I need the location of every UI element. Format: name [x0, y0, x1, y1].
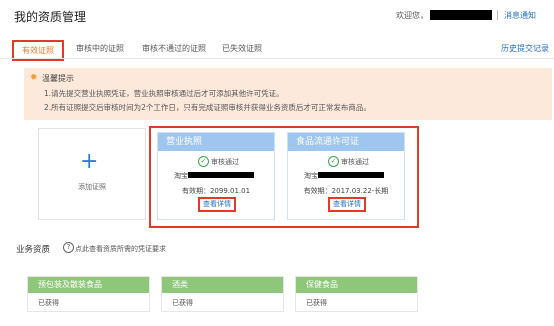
notice-title: 温馨提示	[42, 74, 74, 83]
header-divider	[497, 10, 498, 20]
redacted-owner	[188, 172, 254, 178]
notice-line-1: 1.请先提交营业执照凭证，营业执照审核通过后才可添加其他许可凭证。	[44, 89, 284, 98]
biz-card-alcohol: 酒类 已获得	[161, 276, 284, 312]
tab-under-review[interactable]: 审核中的证照	[76, 40, 124, 57]
help-link[interactable]: 点此查看资质所需的凭证要求	[75, 244, 166, 254]
notice-box: ✹ 温馨提示 1.请先提交营业执照凭证，营业执照审核通过后才可添加其他许可凭证。…	[24, 68, 552, 120]
page-title: 我的资质管理	[14, 10, 87, 24]
biz-card-health-food: 保健食品 已获得	[295, 276, 418, 312]
license-card-food: 食品流通许可证 ✓ 审核通过 淘宝 有效期：2017.03.22-长期 查看详情	[287, 132, 405, 220]
check-icon: ✓	[198, 156, 209, 167]
view-details-button[interactable]: 查看详情	[328, 197, 366, 212]
add-license-label: 添加证照	[78, 183, 106, 191]
biz-title: 保健食品	[296, 277, 417, 293]
redacted-owner	[318, 172, 384, 178]
tab-rejected[interactable]: 审核不通过的证照	[142, 40, 206, 57]
license-card-business: 营业执照 ✓ 审核通过 淘宝 有效期：2099.01.01 查看详情	[157, 132, 275, 220]
biz-title: 酒类	[162, 277, 283, 293]
help-icon[interactable]: ?	[63, 242, 74, 253]
business-qualifications-title: 业务资质	[16, 245, 51, 255]
license-title: 食品流通许可证	[288, 133, 404, 151]
owner-label: 淘宝	[174, 172, 188, 180]
biz-status: 已获得	[38, 299, 59, 307]
license-validity: 有效期：2017.03.22-长期	[303, 187, 389, 195]
history-link[interactable]: 历史提交记录	[501, 43, 549, 54]
welcome-text: 欢迎您，	[396, 11, 428, 20]
notice-line-2: 2.所有证照提交后审核时间为2个工作日，只有完成证照审核并获得业务资质后才可正常…	[44, 103, 371, 112]
redacted-username	[430, 10, 492, 20]
check-icon: ✓	[328, 156, 339, 167]
license-validity: 有效期：2099.01.01	[181, 187, 251, 195]
bulb-icon: ✹	[30, 73, 38, 83]
biz-card-packaged-food: 预包装及散装食品 已获得	[27, 276, 150, 312]
tabs-divider	[0, 58, 554, 59]
license-title: 营业执照	[158, 133, 274, 151]
license-status: 审核通过	[341, 158, 369, 166]
tab-expired[interactable]: 已失效证照	[222, 40, 262, 57]
add-license-card[interactable]: + 添加证照	[38, 128, 146, 220]
biz-status: 已获得	[172, 299, 193, 307]
biz-status: 已获得	[306, 299, 327, 307]
view-details-button[interactable]: 查看详情	[198, 197, 236, 212]
messages-link[interactable]: 消息通知	[504, 10, 536, 21]
plus-icon: +	[80, 149, 99, 174]
owner-label: 淘宝	[304, 172, 318, 180]
biz-title: 预包装及散装食品	[28, 277, 149, 293]
license-status: 审核通过	[211, 158, 239, 166]
